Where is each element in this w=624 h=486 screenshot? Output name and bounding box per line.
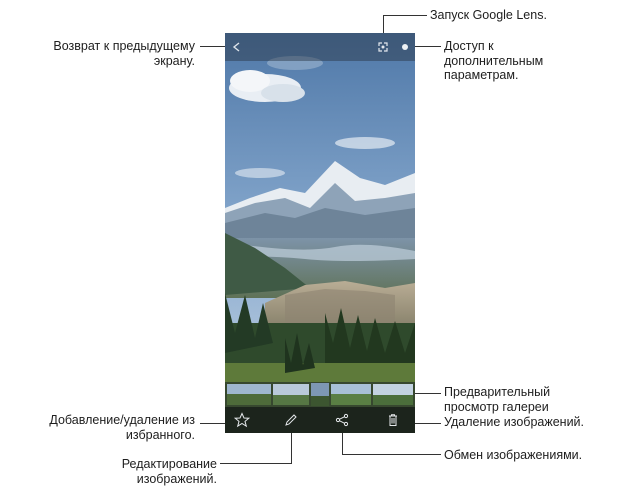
leader-lens-h	[384, 15, 427, 16]
thumb-4	[373, 384, 413, 405]
back-arrow-icon[interactable]	[229, 39, 245, 55]
callout-edit: Редактирование изображений.	[121, 457, 217, 486]
thumb-3	[331, 384, 371, 405]
callout-delete: Удаление изображений.	[444, 415, 585, 429]
thumb-current	[311, 383, 329, 406]
pencil-icon[interactable]	[283, 412, 299, 428]
leader-edit-h	[220, 463, 292, 464]
star-icon[interactable]	[233, 412, 251, 428]
google-lens-icon[interactable]	[375, 39, 391, 55]
trash-icon[interactable]	[385, 412, 401, 428]
landscape-photo[interactable]	[225, 33, 415, 433]
callout-share: Обмен изображениями.	[444, 448, 583, 462]
gallery-preview-strip[interactable]	[225, 382, 415, 407]
callout-favorite: Добавление/удаление из избранного.	[49, 413, 195, 442]
more-options-icon[interactable]	[397, 39, 413, 55]
photo-viewer-screen	[225, 33, 415, 433]
callout-more: Доступ к дополнительным параметрам.	[444, 39, 544, 82]
leader-more	[412, 46, 441, 47]
callout-back: Возврат к предыдущему экрану.	[53, 39, 195, 68]
thumb-2	[273, 384, 309, 405]
leader-share-h	[342, 454, 441, 455]
thumb-1	[227, 384, 271, 405]
callout-lens: Запуск Google Lens.	[430, 8, 547, 22]
share-icon[interactable]	[334, 412, 350, 428]
callout-preview: Предварительный просмотр галереи	[444, 385, 551, 414]
